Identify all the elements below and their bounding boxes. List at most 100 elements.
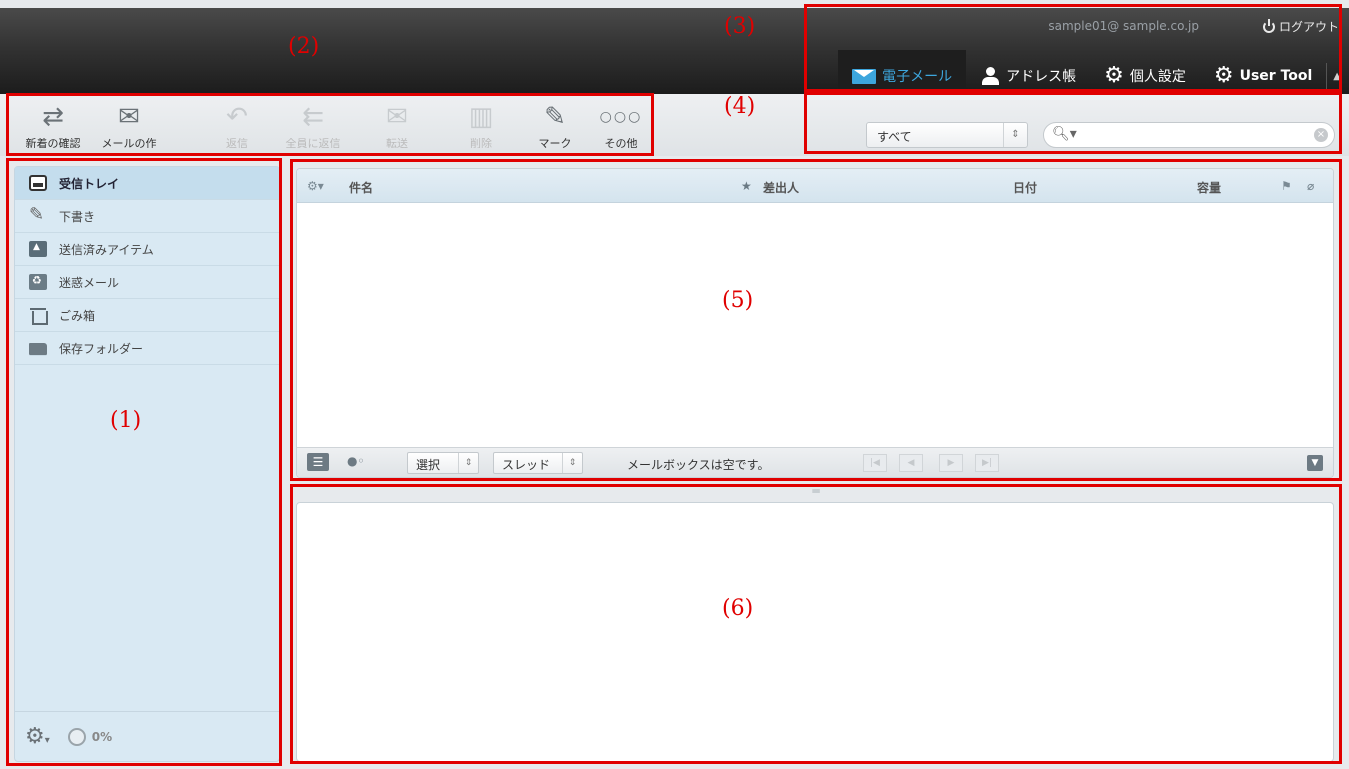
column-size[interactable]: 容量 [1197,179,1221,196]
clear-search-icon[interactable]: × [1314,128,1328,142]
forward-icon: ✉ [386,102,408,132]
select-label: 選択 [416,458,441,472]
mailbox-status: メールボックスは空です。 [627,458,770,472]
folder-actions-gear-icon[interactable]: ⚙▾ [25,724,50,749]
mark-icon: ✎ [544,102,566,132]
more-icon: ○○○ [599,109,643,125]
folder-label: 保存フォルダー [59,341,144,356]
column-date[interactable]: 日付 [1013,179,1037,196]
search-input[interactable] [1080,125,1300,145]
forward-button[interactable]: ✉ 転送 [366,102,428,152]
mail-app: sample01@ sample.co.jp ログアウト 電子メール アドレス帳… [0,0,1349,769]
tab-label: User Tool [1239,68,1313,84]
annotation-label-2: (2) [288,34,320,59]
logout-button[interactable]: ログアウト [1262,18,1339,35]
check-mail-button[interactable]: ⇄ 新着の確認 [22,102,84,152]
compose-icon: ✉ [118,102,140,132]
folder-item-sent[interactable]: 送信済みアイテム [15,233,279,266]
filter-value: すべて [877,130,912,144]
collapse-header-button[interactable]: ▲ [1326,63,1341,89]
button-label: マーク [538,138,572,148]
flag-star-icon[interactable]: ★ [741,179,752,193]
user-email: sample01@ sample.co.jp [1048,19,1199,33]
trash-icon: ▥ [468,102,494,132]
message-list-header: ⚙▾ 件名 ★ 差出人 日付 容量 ⚑ ⌀ [297,169,1333,203]
folder-label: 受信トレイ [59,176,120,191]
message-list: ⚙▾ 件名 ★ 差出人 日付 容量 ⚑ ⌀ ☰ ●◦ 選択 ⇕ スレッド ⇕ メ… [296,168,1334,478]
junk-icon [29,274,47,290]
tab-label: アドレス帳 [1006,69,1077,85]
top-header: sample01@ sample.co.jp ログアウト 電子メール アドレス帳… [0,8,1349,102]
folder-item-inbox[interactable]: 受信トレイ [15,167,279,200]
thread-dropdown[interactable]: スレッド ⇕ [493,452,583,474]
select-arrows-icon: ⇕ [1003,123,1027,147]
folder-item-archive[interactable]: 保存フォルダー [15,332,279,365]
power-icon [1262,18,1275,33]
button-label: 転送 [386,138,408,148]
button-label: 全員に返信 [285,138,341,148]
compose-button[interactable]: ✉ メールの作成 [98,102,160,152]
folder-label: 送信済みアイテム [59,242,154,257]
folder-list: 受信トレイ 下書き 送信済みアイテム 迷惑メール ごみ箱 保存フォルダー ⚙▾ … [14,166,280,762]
message-filter-select[interactable]: すべて ⇕ [866,122,1028,148]
prev-page-icon[interactable]: ◀ [899,454,923,472]
next-page-icon[interactable]: ▶ [939,454,963,472]
chevron-down-icon[interactable]: ▼ [1307,455,1323,471]
attachment-icon[interactable]: ⌀ [1307,179,1314,193]
person-icon [980,67,1000,85]
message-list-footer: ☰ ●◦ 選択 ⇕ スレッド ⇕ メールボックスは空です。 |◀ ◀ ▶ ▶| … [297,447,1333,477]
reply-icon: ↶ [226,102,248,132]
annotation-label-4: (4) [724,94,756,119]
more-button[interactable]: ○○○ その他 [590,102,652,152]
quota-pie-icon [67,727,86,746]
thread-view-icon[interactable]: ●◦ [347,454,365,468]
list-options-gear-icon[interactable]: ⚙▾ [307,179,324,193]
reply-button[interactable]: ↶ 返信 [206,102,268,152]
button-label: メールの作成 [101,138,157,148]
logout-label: ログアウト [1278,20,1339,34]
column-from[interactable]: 差出人 [763,179,799,196]
folder-item-trash[interactable]: ごみ箱 [15,299,279,332]
flag-icon[interactable]: ⚑ [1281,179,1292,193]
quota-indicator: 0% [67,727,113,746]
mark-button[interactable]: ✎ マーク [524,102,586,152]
trash-icon [29,307,48,325]
button-label: 返信 [226,138,248,148]
reply-all-icon: ⇇ [302,102,324,132]
folder-item-drafts[interactable]: 下書き [15,200,279,233]
button-label: その他 [604,138,638,148]
last-page-icon[interactable]: ▶| [975,454,999,472]
list-view-icon[interactable]: ☰ [307,453,329,471]
delete-button[interactable]: ▥ 削除 [450,102,512,152]
thread-label: スレッド [502,458,551,472]
quota-text: 0% [91,729,113,744]
message-preview [296,502,1334,762]
first-page-icon[interactable]: |◀ [863,454,887,472]
gear-icon: ⚙ [1104,63,1124,88]
reply-all-button[interactable]: ⇇ 全員に返信 [282,102,344,152]
button-label: 削除 [470,138,492,148]
search-icon[interactable]: 🔍︎▾ [1052,126,1077,142]
select-arrows-icon: ⇕ [562,453,582,473]
tab-label: 個人設定 [1129,69,1186,85]
folder-icon [29,342,47,356]
select-arrows-icon: ⇕ [458,453,478,473]
annotation-label-6: (6) [722,596,754,621]
folder-item-junk[interactable]: 迷惑メール [15,266,279,299]
mail-icon [852,68,877,84]
folder-label: 下書き [59,209,96,224]
sent-icon [29,241,47,257]
column-subject[interactable]: 件名 [349,179,373,196]
folder-label: 迷惑メール [59,275,120,290]
button-label: 新着の確認 [25,138,81,148]
folder-footer: ⚙▾ 0% [15,711,279,761]
splitter-handle-icon[interactable]: ═ [290,482,1342,504]
select-dropdown[interactable]: 選択 ⇕ [407,452,479,474]
user-gear-icon: ⚙ [1213,63,1234,88]
search-box[interactable]: 🔍︎▾ × [1043,122,1335,148]
pencil-icon [29,204,47,225]
inbox-icon [29,175,47,191]
annotation-label-1: (1) [110,408,142,433]
folder-label: ごみ箱 [59,308,96,323]
annotation-label-3: (3) [724,14,756,39]
